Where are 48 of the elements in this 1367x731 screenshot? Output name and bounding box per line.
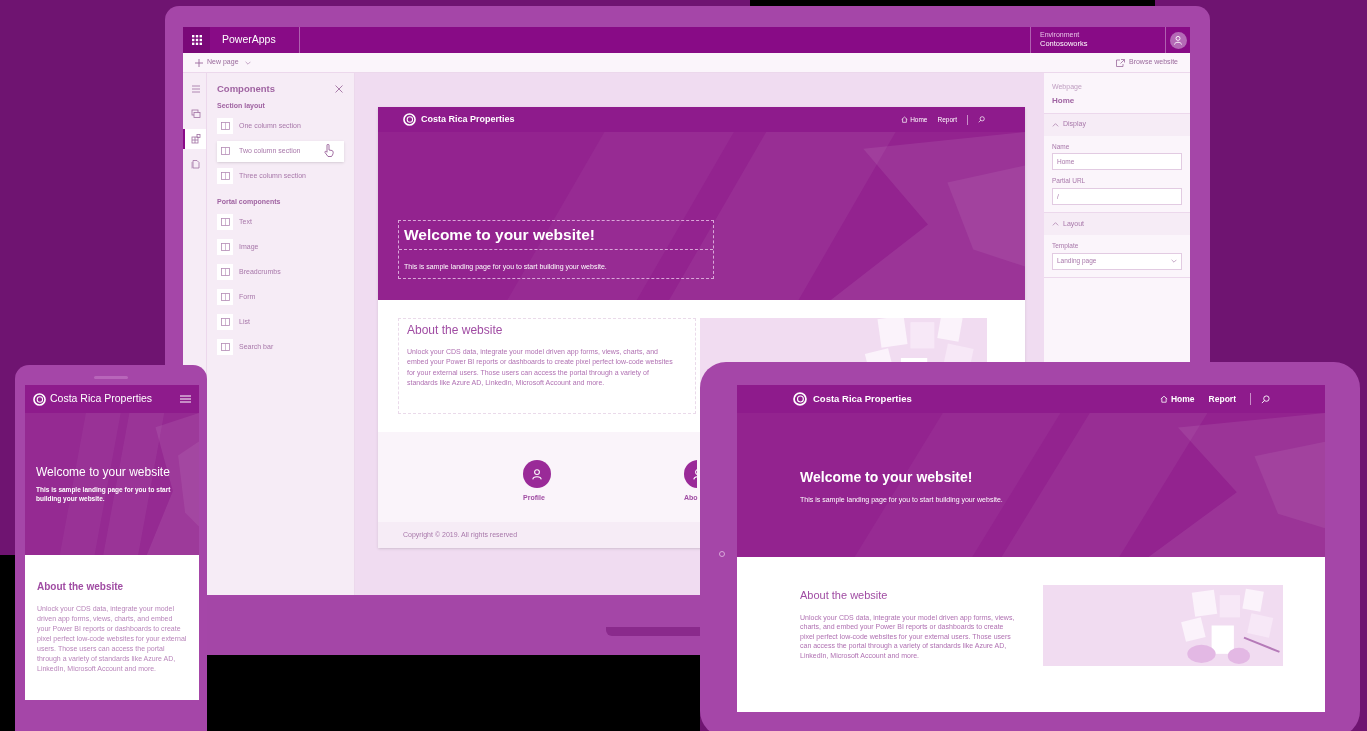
app-name: PowerApps — [222, 32, 276, 48]
menu-icon — [190, 84, 201, 94]
hero-title: Welcome to your website — [36, 464, 171, 481]
waffle-icon[interactable] — [191, 35, 202, 45]
site-brand[interactable]: Costa Rica Properties — [813, 391, 912, 407]
site-brand[interactable]: Costa Rica Properties — [421, 112, 515, 127]
plus-icon — [195, 58, 203, 67]
component-icon — [217, 263, 233, 280]
external-link-icon — [1115, 58, 1125, 67]
logo-icon — [33, 392, 46, 406]
home-icon — [901, 116, 909, 123]
component-icon — [217, 338, 233, 355]
rail-item[interactable] — [183, 129, 206, 149]
pointer-icon — [324, 143, 334, 157]
profile-avatar[interactable] — [523, 460, 551, 488]
about-title: About the website — [407, 322, 504, 339]
avatar[interactable] — [1169, 31, 1187, 49]
search-icon[interactable] — [1261, 394, 1270, 404]
profile-avatar[interactable] — [684, 460, 697, 488]
caret-icon — [244, 60, 251, 65]
component-icon — [217, 238, 233, 255]
nav-link[interactable]: Home — [1160, 392, 1195, 406]
file-icon — [190, 159, 201, 169]
blocks-icon — [190, 134, 201, 144]
component-icon — [217, 313, 233, 330]
home-icon — [1160, 395, 1168, 403]
component-icon — [217, 118, 233, 135]
chevron-icon — [1052, 222, 1059, 226]
nav-link[interactable]: Report — [1208, 392, 1236, 406]
about-title: About the website — [800, 588, 889, 603]
caret-icon — [1171, 259, 1177, 264]
chevron-icon — [1052, 122, 1059, 127]
about-title: About the website — [37, 580, 125, 594]
menu-icon[interactable] — [180, 395, 191, 403]
component-icon — [217, 168, 233, 185]
logo-icon — [403, 113, 416, 126]
logo-icon — [793, 392, 807, 406]
stack-icon — [190, 109, 201, 119]
person-icon — [1173, 35, 1183, 45]
component-icon — [217, 288, 233, 305]
panel-title: Components — [217, 82, 276, 96]
close-icon[interactable] — [335, 85, 343, 94]
component-icon — [217, 143, 233, 160]
hero-title: Welcome to your website! — [404, 226, 595, 243]
hero-title: Welcome to your website! — [800, 468, 974, 487]
component-icon — [217, 213, 233, 230]
page-name: Home — [1052, 94, 1076, 107]
search-icon[interactable] — [978, 116, 985, 123]
